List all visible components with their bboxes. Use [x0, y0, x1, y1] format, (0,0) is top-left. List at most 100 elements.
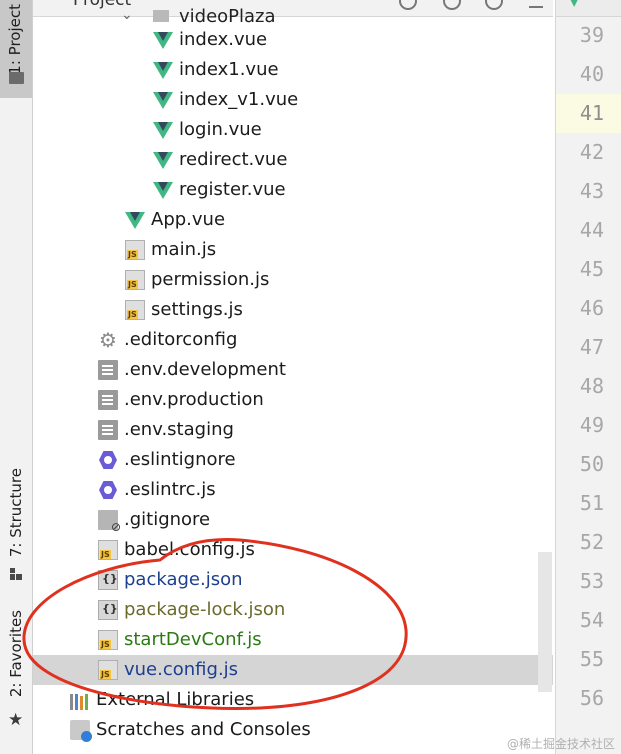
line-number: 56: [579, 686, 604, 710]
tree-row[interactable]: App.vue: [33, 205, 553, 235]
tree-row[interactable]: package-lock.json: [33, 595, 553, 625]
star-icon: ★: [8, 710, 24, 730]
tree-scrollbar-thumb[interactable]: [538, 552, 552, 692]
tree-row-label: App.vue: [151, 209, 226, 230]
tree-row-label: External Libraries: [96, 689, 255, 710]
js-file-icon: [98, 660, 118, 680]
tree-row[interactable]: permission.js: [33, 265, 553, 295]
settings-icon[interactable]: [443, 0, 461, 10]
line-number: 39: [579, 23, 604, 47]
scratch-icon: [70, 720, 92, 742]
line-number: 41: [556, 94, 621, 133]
tree-row[interactable]: Scratches and Consoles: [33, 715, 553, 745]
tree-row[interactable]: .eslintignore: [33, 445, 553, 475]
editor-tab-strip: ▼: [556, 0, 621, 17]
tree-row[interactable]: main.js: [33, 235, 553, 265]
js-file-icon: [98, 630, 118, 650]
tree-row-label: .eslintignore: [124, 449, 236, 470]
favorites-tool-tab[interactable]: 2: Favorites ★: [0, 610, 32, 730]
vue-icon: [153, 120, 173, 140]
line-number: 47: [579, 335, 604, 359]
chevron-down-icon: ⌄: [121, 7, 133, 23]
folder-label: videoPlaza: [179, 5, 276, 27]
tree-row-label: .editorconfig: [124, 329, 238, 350]
tree-row-label: .gitignore: [124, 509, 211, 530]
line-number: 49: [579, 413, 604, 437]
json-file-icon: [98, 600, 118, 620]
js-file-icon: [125, 240, 145, 260]
vue-icon: [153, 150, 173, 170]
tree-row-label: package.json: [124, 569, 243, 590]
editor-gutter: ▼ 39 40 41 42 43 44 45 46 47 48 49 50 51 52 53 54 55 56: [555, 0, 621, 754]
tree-row[interactable]: index1.vue: [33, 55, 553, 85]
line-number: 45: [579, 257, 604, 281]
structure-icon: [10, 568, 22, 580]
tree-row[interactable]: index_v1.vue: [33, 85, 553, 115]
line-number: 46: [579, 296, 604, 320]
tree-row[interactable]: ⚙ .editorconfig: [33, 325, 553, 355]
structure-tool-label: 7: Structure: [7, 468, 25, 558]
tree-row[interactable]: .env.staging: [33, 415, 553, 445]
tree-row-label: .eslintrc.js: [124, 479, 216, 500]
js-file-icon: [98, 540, 118, 560]
tree-row-label: vue.config.js: [124, 659, 239, 680]
project-panel-header: Project: [33, 0, 553, 17]
gear-icon: ⚙: [99, 328, 117, 352]
structure-tool-tab[interactable]: 7: Structure: [0, 468, 32, 584]
library-icon: [70, 690, 90, 710]
globe-icon[interactable]: [399, 0, 417, 10]
folder-icon: [9, 72, 24, 84]
tree-row[interactable]: .env.development: [33, 355, 553, 385]
line-number: 54: [579, 608, 604, 632]
vue-icon: [153, 30, 173, 50]
tree-row-label: .env.production: [124, 389, 264, 410]
tree-row-label: redirect.vue: [179, 149, 288, 170]
tree-row-label: login.vue: [179, 119, 262, 140]
js-file-icon: [125, 300, 145, 320]
tree-row[interactable]: babel.config.js: [33, 535, 553, 565]
tree-row-label: permission.js: [151, 269, 270, 290]
tree-row[interactable]: External Libraries: [33, 685, 553, 715]
tree-row[interactable]: .env.production: [33, 385, 553, 415]
tree-row-label: index.vue: [179, 29, 268, 50]
tree-row[interactable]: login.vue: [33, 115, 553, 145]
eslint-icon: [98, 480, 118, 500]
folder-icon: [153, 10, 169, 22]
tree-row[interactable]: settings.js: [33, 295, 553, 325]
tree-row[interactable]: package.json: [33, 565, 553, 595]
json-file-icon: [98, 570, 118, 590]
watermark: @稀土掘金技术社区: [506, 737, 615, 751]
line-number: 43: [579, 179, 604, 203]
tree-row[interactable]: redirect.vue: [33, 145, 553, 175]
tree-row[interactable]: startDevConf.js: [33, 625, 553, 655]
vue-icon: [153, 180, 173, 200]
line-number: 53: [579, 569, 604, 593]
line-number: 52: [579, 530, 604, 554]
tree-row-label: startDevConf.js: [124, 629, 262, 650]
vue-tab-icon[interactable]: ▼: [568, 0, 580, 9]
gear-icon[interactable]: [485, 0, 503, 10]
tree-row[interactable]: .eslintrc.js: [33, 475, 553, 505]
tree-row-label: main.js: [151, 239, 217, 260]
line-number: 50: [579, 452, 604, 476]
tree-row-label: package-lock.json: [124, 599, 286, 620]
tree-row-label: Scratches and Consoles: [96, 719, 311, 740]
tree-row[interactable]: vue.config.js: [33, 655, 553, 685]
tree-row-label: babel.config.js: [124, 539, 255, 560]
js-file-icon: [125, 270, 145, 290]
line-number: 48: [579, 374, 604, 398]
project-tool-tab[interactable]: 1: Project: [0, 0, 32, 98]
hide-icon[interactable]: [529, 0, 543, 8]
text-file-icon: [98, 420, 118, 440]
line-number: 51: [579, 491, 604, 515]
tree-row[interactable]: register.vue: [33, 175, 553, 205]
favorites-tool-label: 2: Favorites: [7, 610, 25, 698]
tree-row[interactable]: index.vue: [33, 25, 553, 55]
vue-icon: [153, 90, 173, 110]
vue-icon: [125, 210, 145, 230]
tree-row-label: settings.js: [151, 299, 243, 320]
tree-row[interactable]: .gitignore: [33, 505, 553, 535]
text-file-icon: [98, 360, 118, 380]
text-file-icon: [98, 390, 118, 410]
tree-row-label: .env.development: [124, 359, 286, 380]
